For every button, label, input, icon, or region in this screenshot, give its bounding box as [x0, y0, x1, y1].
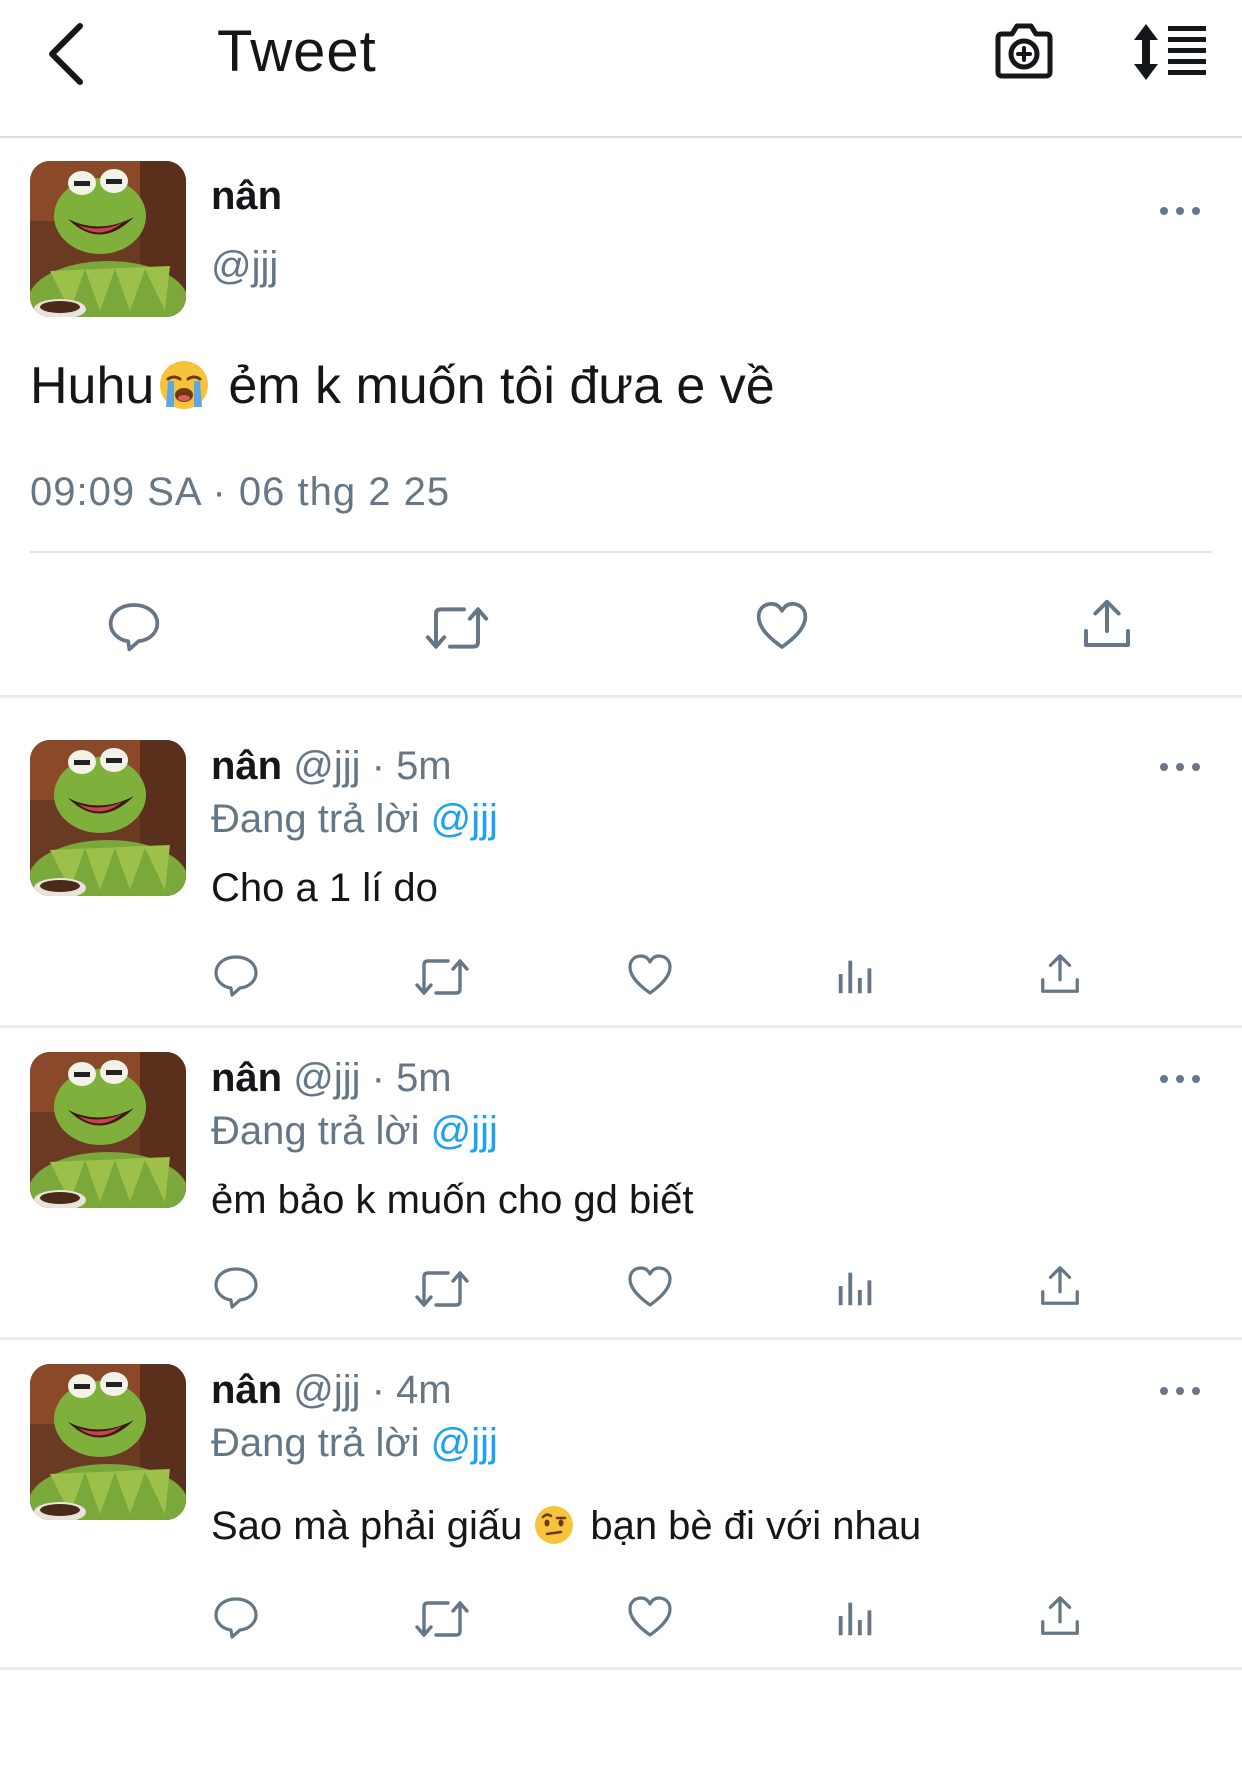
tweet-text-part: Huhu: [30, 357, 155, 415]
share-icon: [1079, 596, 1135, 652]
divider: [0, 1025, 1242, 1028]
top-bar: Tweet: [0, 0, 1242, 138]
reply-icon: [106, 598, 162, 654]
replying-to-label: Đang trả lời: [211, 1421, 420, 1465]
retweet-button[interactable]: [414, 1265, 470, 1313]
like-icon: [626, 1263, 674, 1311]
replying-to: Đang trả lời @jjj: [211, 1109, 498, 1154]
retweet-button[interactable]: [414, 953, 470, 1001]
kermit-avatar-image: [30, 1364, 186, 1520]
like-icon: [754, 598, 810, 654]
handle-and-time: @jjj · 4m: [293, 1368, 452, 1412]
mention-link[interactable]: @jjj: [431, 797, 498, 841]
replying-to-label: Đang trả lời: [211, 797, 420, 841]
replying-to-label: Đang trả lời: [211, 1109, 420, 1153]
stats-icon: [833, 1595, 879, 1641]
loudly-crying-face-icon: [160, 361, 209, 409]
reply-icon: [212, 1593, 260, 1641]
face-with-raised-eyebrow-icon: [535, 1506, 574, 1544]
like-button[interactable]: [626, 951, 674, 999]
handle-and-time: @jjj · 5m: [293, 744, 452, 788]
more-options-button[interactable]: [1150, 1064, 1210, 1094]
mention-link[interactable]: @jjj: [431, 1421, 498, 1465]
kermit-avatar-image: [30, 740, 186, 896]
like-button[interactable]: [754, 598, 810, 654]
avatar[interactable]: [30, 1364, 186, 1520]
avatar[interactable]: [30, 161, 186, 317]
retweet-icon: [414, 1595, 470, 1643]
reply-button[interactable]: [212, 1263, 260, 1311]
page-title: Tweet: [217, 19, 377, 84]
like-icon: [626, 1593, 674, 1641]
share-button[interactable]: [1037, 1593, 1083, 1639]
like-button[interactable]: [626, 1593, 674, 1641]
reply-icon: [212, 1263, 260, 1311]
tweet-text: Cho a 1 lí do: [211, 866, 438, 910]
sort-list-icon: [1134, 24, 1206, 80]
divider: [30, 551, 1212, 553]
kermit-avatar-image: [30, 1052, 186, 1208]
tweet-text-part: ẻm k muốn tôi đưa e về: [228, 357, 775, 415]
tweet-text: Sao mà phải giấu bạn bè đi với nhau: [211, 1504, 921, 1549]
share-button[interactable]: [1037, 1263, 1083, 1309]
reply-header: nân @jjj · 5m: [211, 744, 452, 789]
retweet-icon: [414, 1265, 470, 1313]
camera-button[interactable]: [992, 20, 1056, 84]
like-button[interactable]: [626, 1263, 674, 1311]
tweet-text: Huhu ẻm k muốn tôi đưa e về: [30, 356, 775, 416]
tweet-text-part: bạn bè đi với nhau: [590, 1504, 922, 1548]
tweet-timestamp[interactable]: 09:09 SA · 06 thg 2 25: [30, 470, 450, 515]
share-icon: [1037, 1593, 1083, 1639]
divider: [0, 1667, 1242, 1670]
like-icon: [626, 951, 674, 999]
more-options-button[interactable]: [1150, 752, 1210, 782]
avatar[interactable]: [30, 1052, 186, 1208]
reply-header: nân @jjj · 5m: [211, 1056, 452, 1101]
author-name[interactable]: nân: [211, 744, 282, 788]
sort-button[interactable]: [1130, 22, 1210, 82]
handle-and-time: @jjj · 5m: [293, 1056, 452, 1100]
author-name[interactable]: nân: [211, 1368, 282, 1412]
mention-link[interactable]: @jjj: [431, 1109, 498, 1153]
tweet-text-part: Sao mà phải giấu: [211, 1504, 523, 1548]
replying-to: Đang trả lời @jjj: [211, 1421, 498, 1466]
stats-icon: [833, 953, 879, 999]
more-options-button[interactable]: [1150, 1376, 1210, 1406]
reply-button[interactable]: [212, 951, 260, 999]
avatar[interactable]: [30, 740, 186, 896]
stats-icon: [833, 1265, 879, 1311]
divider: [0, 695, 1242, 698]
retweet-button[interactable]: [424, 600, 490, 656]
reply-header: nân @jjj · 4m: [211, 1368, 452, 1413]
chevron-left-icon: [49, 23, 83, 85]
kermit-avatar-image: [30, 161, 186, 317]
retweet-icon: [424, 600, 490, 656]
reply-button[interactable]: [106, 598, 162, 654]
retweet-button[interactable]: [414, 1595, 470, 1643]
retweet-icon: [414, 953, 470, 1001]
share-button[interactable]: [1037, 951, 1083, 997]
share-button[interactable]: [1079, 596, 1135, 652]
back-button[interactable]: [40, 18, 100, 88]
divider: [0, 1337, 1242, 1340]
camera-plus-icon: [995, 23, 1053, 79]
analytics-button[interactable]: [833, 1595, 879, 1641]
analytics-button[interactable]: [833, 1265, 879, 1311]
share-icon: [1037, 1263, 1083, 1309]
reply-button[interactable]: [212, 1593, 260, 1641]
tweet-text: ẻm bảo k muốn cho gd biết: [211, 1178, 694, 1222]
author-name[interactable]: nân: [211, 174, 282, 219]
author-name[interactable]: nân: [211, 1056, 282, 1100]
analytics-button[interactable]: [833, 953, 879, 999]
replying-to: Đang trả lời @jjj: [211, 797, 498, 842]
more-options-button[interactable]: [1150, 196, 1210, 226]
reply-icon: [212, 951, 260, 999]
author-handle[interactable]: @jjj: [211, 244, 278, 289]
share-icon: [1037, 951, 1083, 997]
